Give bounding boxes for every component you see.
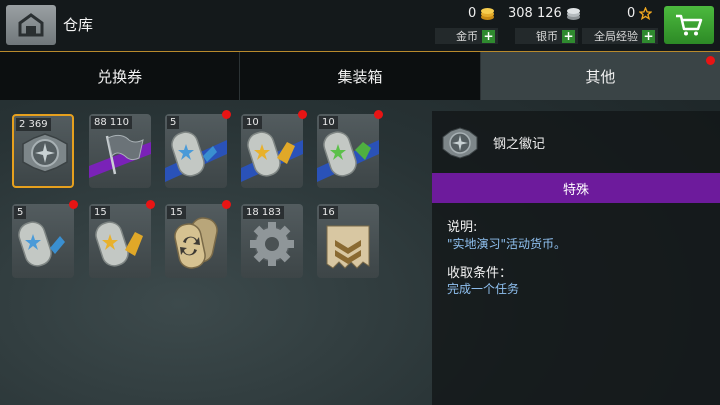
garage-icon bbox=[18, 13, 44, 37]
exp-label: 全局经验 + bbox=[582, 28, 658, 44]
silver-amount: 308 126 bbox=[508, 6, 581, 21]
notification-dot bbox=[706, 56, 715, 65]
item-count: 16 bbox=[319, 206, 338, 219]
new-badge bbox=[146, 200, 155, 209]
description-title: 说明: bbox=[447, 220, 478, 235]
inventory-item-steel-emblem[interactable]: 2 369 bbox=[12, 114, 74, 188]
shop-button[interactable] bbox=[664, 6, 714, 44]
item-count: 15 bbox=[91, 206, 110, 219]
description-text: "实地演习"活动货币。 bbox=[447, 237, 567, 251]
item-name: 钢之徽记 bbox=[493, 137, 546, 152]
silver-coins-icon bbox=[566, 7, 580, 20]
inventory-item-blue-dogtag[interactable]: 5 bbox=[12, 200, 78, 278]
item-count: 5 bbox=[167, 116, 180, 129]
new-badge bbox=[374, 110, 383, 119]
inventory-item-gear[interactable]: 18 183 bbox=[241, 204, 303, 278]
silver-label: 银币 + bbox=[515, 28, 578, 44]
top-bar: 仓库 0 308 126 0 金币 + 银币 + 全局经验 + bbox=[0, 0, 720, 52]
buy-gold-button[interactable]: + bbox=[482, 29, 495, 43]
star-icon bbox=[639, 7, 653, 20]
new-badge bbox=[69, 200, 78, 209]
home-button[interactable] bbox=[6, 5, 56, 45]
inventory-item-green-star-dogtag[interactable]: 10 bbox=[317, 110, 383, 188]
exp-amount: 0 bbox=[627, 6, 653, 21]
new-badge bbox=[222, 110, 231, 119]
item-count: 10 bbox=[319, 116, 338, 129]
item-count: 5 bbox=[14, 206, 27, 219]
rarity-label: 特殊 bbox=[562, 182, 589, 198]
rarity-band: 特殊 bbox=[432, 173, 720, 203]
item-detail-panel: 钢之徽记 特殊 说明: "实地演习"活动货币。 收取条件： 完成一个任务 bbox=[432, 111, 720, 405]
inventory-item-gold-star-dogtag[interactable]: 10 bbox=[241, 110, 307, 188]
tab-vouchers[interactable]: 兑换券 bbox=[0, 52, 241, 100]
condition-text: 完成一个任务 bbox=[447, 282, 520, 296]
tab-containers[interactable]: 集装箱 bbox=[240, 52, 481, 100]
condition-title: 收取条件： bbox=[447, 266, 513, 281]
inventory-item-gold-dogtag[interactable]: 15 bbox=[89, 200, 155, 278]
steel-emblem-icon bbox=[442, 127, 478, 159]
buy-silver-button[interactable]: + bbox=[562, 29, 575, 43]
tab-other[interactable]: 其他 bbox=[480, 52, 720, 100]
item-count: 88 110 bbox=[91, 116, 132, 129]
inventory-item-blue-star-dogtag[interactable]: 5 bbox=[165, 110, 231, 188]
gold-amount: 0 bbox=[468, 6, 495, 21]
convert-exp-button[interactable]: + bbox=[642, 29, 655, 43]
cart-icon bbox=[676, 14, 703, 36]
inventory-item-refresh-dogtag[interactable]: 15 bbox=[165, 200, 231, 278]
gold-label: 金币 + bbox=[435, 28, 498, 44]
inventory-item-flag[interactable]: 88 110 bbox=[89, 114, 151, 188]
inventory-item-rank-chevron[interactable]: 16 bbox=[317, 204, 379, 278]
item-count: 2 369 bbox=[16, 118, 51, 131]
tab-bar: 兑换券 集装箱 其他 bbox=[0, 52, 720, 100]
item-count: 15 bbox=[167, 206, 186, 219]
item-count: 18 183 bbox=[243, 206, 284, 219]
new-badge bbox=[298, 110, 307, 119]
new-badge bbox=[222, 200, 231, 209]
page-title: 仓库 bbox=[63, 16, 94, 34]
item-count: 10 bbox=[243, 116, 262, 129]
gold-coins-icon bbox=[481, 7, 495, 20]
